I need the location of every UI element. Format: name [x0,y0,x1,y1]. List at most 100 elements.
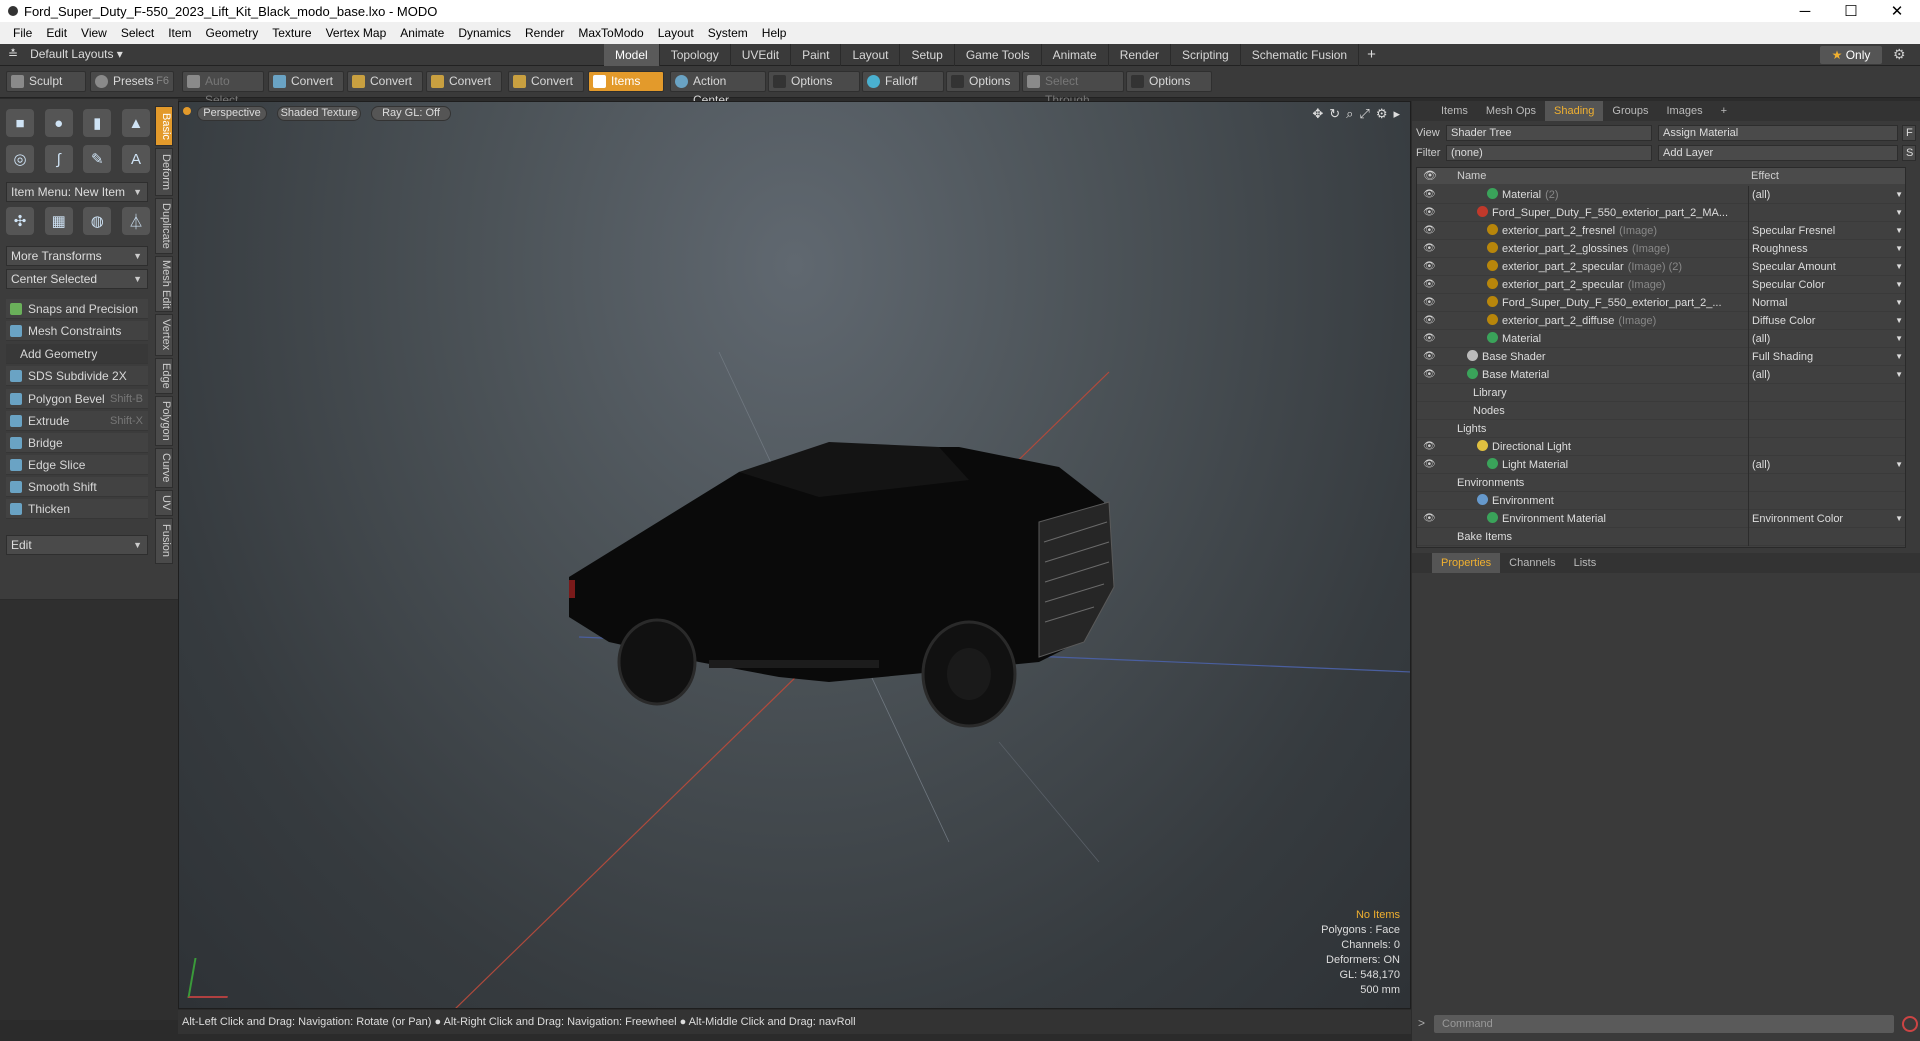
view-dropdown[interactable]: Shader Tree [1446,125,1652,141]
effect-cell[interactable] [1748,528,1905,546]
tree-row[interactable]: 👁 Light Material (all) ▼ [1417,456,1905,474]
add-panel-tab-button[interactable]: + [1712,101,1736,121]
side-tab-deform[interactable]: Deform [155,148,173,196]
action-center-button[interactable]: Action Center [670,71,766,107]
convert-button-3[interactable]: Convert [426,71,502,92]
menu-system[interactable]: System [701,26,755,40]
bridge-button[interactable]: Bridge [6,433,148,453]
torus-icon[interactable]: ◎ [6,145,34,173]
menu-vertex-map[interactable]: Vertex Map [319,26,394,40]
menu-geometry[interactable]: Geometry [199,26,266,40]
tree-row[interactable]: Environment [1417,492,1905,510]
cylinder-icon[interactable]: ▮ [83,109,112,137]
column-effect[interactable]: Effect [1751,168,1779,184]
edge-slice-button[interactable]: Edge Slice [6,455,148,475]
edit-dropdown[interactable]: Edit ▼ [6,535,148,555]
tab-scripting[interactable]: Scripting [1171,44,1241,66]
tree-row[interactable]: 👁 exterior_part_2_specular (Image) (2) Spec… [1417,258,1905,276]
tree-row[interactable]: Nodes [1417,402,1905,420]
center-selected-dropdown[interactable]: Center Selected ▼ [6,269,148,289]
command-history-icon[interactable] [1902,1016,1918,1032]
tab-schematic-fusion[interactable]: Schematic Fusion [1241,44,1360,66]
visibility-eye-icon[interactable]: 👁 [1423,240,1436,258]
tree-row[interactable]: Library [1417,384,1905,402]
options-button-3[interactable]: Options [1126,71,1212,92]
default-layouts-dropdown[interactable]: Default Layouts ▾ [30,47,123,61]
visibility-eye-icon[interactable]: 👁 [1423,294,1436,312]
effect-cell[interactable]: (all) ▼ [1748,330,1905,348]
effect-cell[interactable] [1748,384,1905,402]
tree-row[interactable]: 👁 exterior_part_2_fresnel (Image) Specular … [1417,222,1905,240]
visibility-eye-icon[interactable]: 👁 [1423,456,1436,474]
sculpt-button[interactable]: Sculpt [6,71,86,92]
effect-cell[interactable]: Specular Fresnel ▼ [1748,222,1905,240]
tree-row[interactable]: Bake Items [1417,528,1905,546]
visibility-eye-icon[interactable]: 👁 [1423,438,1436,456]
tab-items[interactable]: Items [1432,101,1477,121]
effect-cell[interactable]: Specular Color ▼ [1748,276,1905,294]
effect-cell[interactable]: Full Shading ▼ [1748,348,1905,366]
tab-uvedit[interactable]: UVEdit [731,44,792,66]
auto-select-button[interactable]: Auto Select [182,71,264,107]
effect-cell[interactable]: Specular Amount ▼ [1748,258,1905,276]
command-input[interactable]: Command [1434,1015,1894,1033]
tree-row[interactable]: 👁 Directional Light [1417,438,1905,456]
side-tab-edge[interactable]: Edge [155,358,173,394]
sphere-icon[interactable]: ● [44,109,73,137]
tab-layout[interactable]: Layout [841,44,901,66]
visibility-eye-icon[interactable]: 👁 [1423,510,1436,528]
extrude-button[interactable]: Extrude Shift-X [6,411,148,431]
side-tab-vertex[interactable]: Vertex [155,314,173,356]
effect-cell[interactable]: Roughness ▼ [1748,240,1905,258]
tree-row[interactable]: Lights [1417,420,1905,438]
menu-dynamics[interactable]: Dynamics [451,26,518,40]
thicken-button[interactable]: Thicken [6,499,148,519]
visibility-eye-icon[interactable]: 👁 [1423,348,1436,366]
menu-view[interactable]: View [74,26,114,40]
tab-setup[interactable]: Setup [900,44,955,66]
tab-model[interactable]: Model [604,44,660,66]
minimize-button[interactable]: ─ [1782,3,1828,20]
tab-paint[interactable]: Paint [791,44,842,66]
tree-row[interactable]: 👁 exterior_part_2_diffuse (Image) Diffuse C… [1417,312,1905,330]
effect-cell[interactable] [1748,402,1905,420]
side-tab-basic[interactable]: Basic [155,106,173,146]
sds-subdivide-button[interactable]: SDS Subdivide 2X [6,366,148,386]
add-layer-dropdown[interactable]: Add Layer [1658,145,1898,161]
side-tab-fusion[interactable]: Fusion [155,518,173,564]
visibility-eye-icon[interactable]: 👁 [1423,366,1436,384]
tree-row[interactable]: 👁 Material (all) ▼ [1417,330,1905,348]
effect-cell[interactable]: Diffuse Color ▼ [1748,312,1905,330]
tab-shading[interactable]: Shading [1545,101,1604,121]
convert-button-4[interactable]: Convert [508,71,584,92]
side-tab-curve[interactable]: Curve [155,448,173,488]
side-tab-polygon[interactable]: Polygon [155,396,173,446]
convert-button-2[interactable]: Convert [347,71,423,92]
visibility-eye-icon[interactable]: 👁 [1423,258,1436,276]
polygon-bevel-button[interactable]: Polygon Bevel Shift-B [6,389,148,409]
items-button[interactable]: Items [588,71,664,92]
menu-select[interactable]: Select [114,26,161,40]
tab-properties[interactable]: Properties [1432,553,1501,573]
visibility-eye-icon[interactable]: 👁 [1423,204,1436,222]
effect-cell[interactable]: (all) ▼ [1748,366,1905,384]
tube-icon[interactable]: ∫ [44,145,73,173]
options-button-1[interactable]: Options [768,71,860,92]
menu-edit[interactable]: Edit [39,26,74,40]
menu-animate[interactable]: Animate [393,26,451,40]
perspective-icon[interactable]: ⏃ [121,207,150,235]
menu-help[interactable]: Help [755,26,794,40]
layout-collapse-icon[interactable]: ≛ [8,47,18,61]
pen-icon[interactable]: ✎ [83,145,112,173]
tree-row[interactable]: 👁 Environment Material Environment Color ▼ [1417,510,1905,528]
add-tab-button[interactable]: + [1359,44,1384,66]
3d-viewport[interactable]: Perspective Shaded Texture Ray GL: Off ✥… [178,101,1411,1009]
more-transforms-dropdown[interactable]: More Transforms ▼ [6,246,148,266]
cone-icon[interactable]: ▲ [121,109,150,137]
menu-file[interactable]: File [6,26,39,40]
text-icon[interactable]: A [121,145,150,173]
effect-cell[interactable]: ▼ [1748,204,1905,222]
tree-row[interactable]: Environments [1417,474,1905,492]
select-through-button[interactable]: Select Through [1022,71,1124,107]
globe-icon[interactable]: ◍ [83,207,112,235]
